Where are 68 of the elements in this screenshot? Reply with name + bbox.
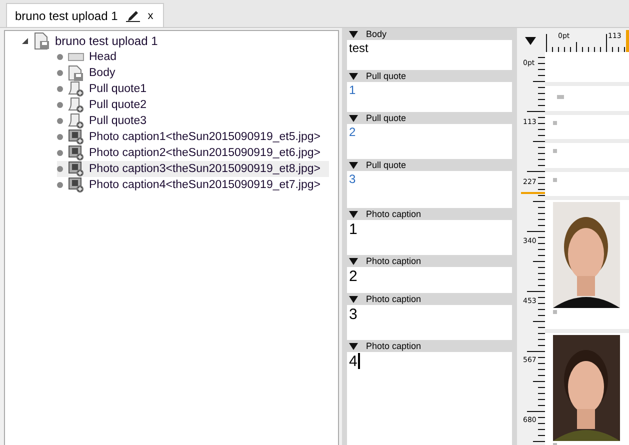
collapse-triangle-icon[interactable] <box>349 72 358 80</box>
collapse-triangle-icon[interactable] <box>349 296 358 302</box>
section-title: Photo caption <box>366 341 422 351</box>
text-field[interactable]: 4 <box>347 352 512 445</box>
tree-item[interactable]: Photo caption1<theSun2015090919_et5.jpg> <box>57 129 329 145</box>
section-header[interactable]: Pull quote <box>347 112 512 124</box>
document-add-icon <box>68 81 84 97</box>
section-title: Pull quote <box>366 113 406 123</box>
close-button[interactable]: x <box>148 10 154 22</box>
tree-item[interactable]: Pull quote2 <box>57 97 329 113</box>
section-title: Pull quote <box>366 71 406 81</box>
section-header[interactable]: Photo caption <box>347 340 512 352</box>
section-header[interactable]: Pull quote <box>347 159 512 171</box>
collapse-triangle-icon[interactable] <box>349 162 358 168</box>
text-field[interactable]: 3 <box>347 305 512 340</box>
bullet-icon <box>57 118 63 124</box>
section-title: Photo caption <box>366 209 422 219</box>
image-add-icon <box>68 129 84 145</box>
bullet-icon <box>57 134 63 140</box>
tab-title: bruno test upload 1 <box>15 8 118 22</box>
text-field[interactable]: 2 <box>347 124 512 159</box>
bullet-icon <box>57 166 63 172</box>
bar-icon <box>68 53 84 61</box>
collapse-triangle-icon[interactable] <box>349 30 358 38</box>
tree-item[interactable]: Head <box>57 49 329 65</box>
section-title: Body <box>366 29 387 39</box>
bullet-icon <box>57 86 63 92</box>
section-header[interactable]: Pull quote <box>347 70 512 82</box>
tree-item[interactable]: Photo caption4<theSun2015090919_et7.jpg> <box>57 177 329 193</box>
collapse-triangle-icon[interactable] <box>525 37 536 45</box>
tree-item[interactable]: Body <box>57 65 329 81</box>
collapse-triangle-icon[interactable] <box>349 258 358 264</box>
text-field[interactable]: 1 <box>347 220 512 255</box>
tree-item[interactable]: Photo caption3<theSun2015090919_et8.jpg> <box>57 161 329 177</box>
document-add-icon <box>68 97 84 113</box>
document-tab[interactable]: bruno test upload 1 x <box>6 3 164 27</box>
pencil-icon[interactable] <box>126 9 140 22</box>
tree-item[interactable]: Pull quote1 <box>57 81 329 97</box>
image-add-icon <box>68 145 84 161</box>
image-add-icon <box>68 161 84 177</box>
collapse-triangle-icon[interactable] <box>349 342 358 350</box>
text-field[interactable]: 1 <box>347 82 512 112</box>
text-field[interactable]: test <box>347 40 512 70</box>
section-header[interactable]: Body <box>347 28 512 40</box>
bullet-icon <box>57 150 63 156</box>
tree-item[interactable]: bruno test upload 1 <box>55 34 158 48</box>
text-field[interactable]: 3 <box>347 171 512 208</box>
tree-item[interactable]: Photo caption2<theSun2015090919_et6.jpg> <box>57 145 329 161</box>
document-add-icon <box>68 113 84 129</box>
expand-toggle-icon[interactable] <box>21 37 29 45</box>
collapse-triangle-icon[interactable] <box>349 210 358 218</box>
bullet-icon <box>57 102 63 108</box>
section-title: Pull quote <box>366 160 406 170</box>
section-header[interactable]: Photo caption <box>347 255 512 267</box>
image-frame[interactable] <box>545 200 629 329</box>
bullet-icon <box>57 70 63 76</box>
section-title: Photo caption <box>366 256 422 266</box>
image-add-icon <box>68 177 84 193</box>
text-field[interactable]: 2 <box>347 267 512 293</box>
section-header[interactable]: Photo caption <box>347 208 512 220</box>
bullet-icon <box>57 54 63 60</box>
collapse-triangle-icon[interactable] <box>349 114 358 122</box>
section-header[interactable]: Photo caption <box>347 293 512 305</box>
tree-item[interactable]: Pull quote3 <box>57 113 329 129</box>
document-icon <box>68 65 84 81</box>
section-title: Photo caption <box>366 294 422 304</box>
bullet-icon <box>57 182 63 188</box>
image-frame[interactable] <box>545 333 629 445</box>
